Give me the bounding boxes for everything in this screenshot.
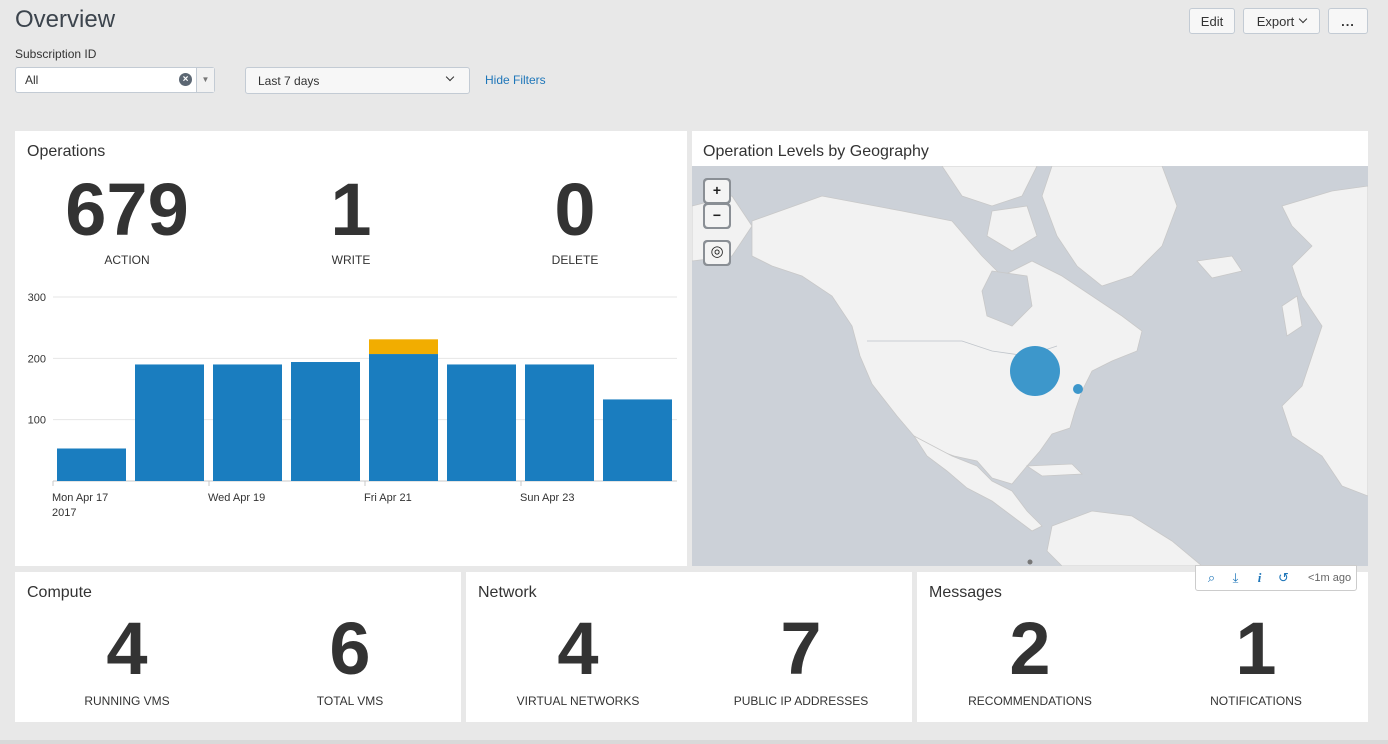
map-bubbles (1010, 346, 1083, 396)
recommendations-label: RECOMMENDATIONS (968, 694, 1092, 708)
more-actions-button[interactable]: ... (1328, 8, 1368, 34)
action-count: 679 (65, 168, 189, 251)
bar (57, 448, 126, 481)
virtual-networks-count: 4 (557, 607, 599, 690)
bar (213, 364, 282, 481)
x-tick-label: 2017 (52, 507, 76, 519)
zoom-in-button[interactable]: + (703, 178, 731, 204)
x-tick-label: Wed Apr 19 (208, 492, 265, 504)
chevron-down-icon (1299, 14, 1308, 24)
bar (369, 339, 438, 355)
delete-label: DELETE (551, 253, 599, 267)
bar (369, 354, 438, 481)
delete-count: 0 (554, 168, 596, 251)
operations-panel-title: Operations (27, 143, 106, 160)
edit-button[interactable]: Edit (1189, 8, 1235, 34)
messages-panel-title: Messages (929, 584, 1002, 601)
running-vms-label: RUNNING VMS (84, 694, 170, 708)
y-tick-label: 100 (28, 415, 46, 427)
bottom-divider (0, 740, 1388, 744)
edit-button-label: Edit (1200, 13, 1224, 29)
last-updated-text: <1m ago (1308, 572, 1352, 584)
running-vms-count: 4 (106, 607, 148, 690)
time-range-value: Last 7 days (258, 73, 320, 88)
operations-panel: Operations 679 ACTION 1 WRITE 0 DELETE 1… (15, 131, 687, 566)
action-label: ACTION (104, 253, 150, 267)
zoom-out-button[interactable]: − (703, 203, 731, 229)
target-icon: ◎ (705, 242, 729, 264)
write-label: WRITE (331, 253, 371, 267)
bar (291, 362, 360, 481)
operations-bar-chart: 100 200 300 Mon Apr 17 2017 Wed Apr 19 Fri Apr… (28, 292, 677, 519)
chevron-down-icon (445, 72, 455, 82)
clear-icon[interactable]: × (179, 73, 192, 86)
world-map[interactable]: + − ◎ (692, 166, 1368, 566)
recenter-button[interactable]: ◎ (703, 240, 731, 266)
bar (447, 364, 516, 481)
bar (135, 364, 204, 481)
compute-panel: Compute 4 RUNNING VMS 6 TOTAL VMS (15, 572, 461, 722)
y-tick-label: 300 (28, 292, 46, 304)
minus-icon: − (705, 205, 729, 227)
network-panel: Network 4 VIRTUAL NETWORKS 7 PUBLIC IP A… (466, 572, 912, 722)
plus-icon: + (705, 180, 729, 202)
x-tick-label: Sun Apr 23 (520, 492, 574, 504)
write-count: 1 (330, 168, 372, 251)
search-icon[interactable]: ⌕ (1204, 570, 1219, 586)
bar (603, 399, 672, 481)
geography-panel: Operation Levels by Geography + − ◎ (692, 131, 1368, 566)
public-ip-label: PUBLIC IP ADDRESSES (733, 694, 869, 708)
caret-down-icon[interactable]: ▼ (196, 68, 214, 92)
geo-bubble-central-us (1010, 346, 1060, 396)
notifications-count: 1 (1235, 607, 1277, 690)
x-tick-label: Mon Apr 17 (52, 492, 108, 504)
y-tick-label: 200 (28, 353, 46, 365)
bar (525, 364, 594, 481)
messages-panel: Messages 2 RECOMMENDATIONS 1 NOTIFICATIO… (917, 572, 1368, 722)
compute-panel-title: Compute (27, 584, 92, 601)
hide-filters-link[interactable]: Hide Filters (485, 73, 546, 87)
more-actions-label: ... (1341, 13, 1355, 29)
page-title: Overview (15, 6, 116, 33)
geo-bubble-east-us (1073, 384, 1083, 394)
recommendations-count: 2 (1009, 607, 1051, 690)
subscription-select[interactable]: All × ▼ (15, 67, 215, 93)
panel-toolbar: ⌕ ⤓ i ↺ <1m ago (1195, 565, 1357, 591)
total-vms-label: TOTAL VMS (316, 694, 384, 708)
download-icon[interactable]: ⤓ (1228, 570, 1243, 586)
notifications-label: NOTIFICATIONS (1210, 694, 1302, 708)
network-panel-title: Network (478, 584, 537, 601)
virtual-networks-label: VIRTUAL NETWORKS (516, 694, 640, 708)
export-button[interactable]: Export (1243, 8, 1320, 34)
time-range-select[interactable]: Last 7 days (245, 67, 470, 94)
export-button-label: Export (1256, 13, 1295, 29)
refresh-icon[interactable]: ↺ (1276, 570, 1291, 586)
subscription-select-value: All (25, 73, 39, 87)
subscription-filter-label: Subscription ID (15, 47, 97, 61)
info-icon[interactable]: i (1252, 570, 1267, 586)
public-ip-count: 7 (780, 607, 822, 690)
geography-panel-title: Operation Levels by Geography (703, 143, 929, 160)
total-vms-count: 6 (329, 607, 371, 690)
x-tick-label: Fri Apr 21 (364, 492, 412, 504)
